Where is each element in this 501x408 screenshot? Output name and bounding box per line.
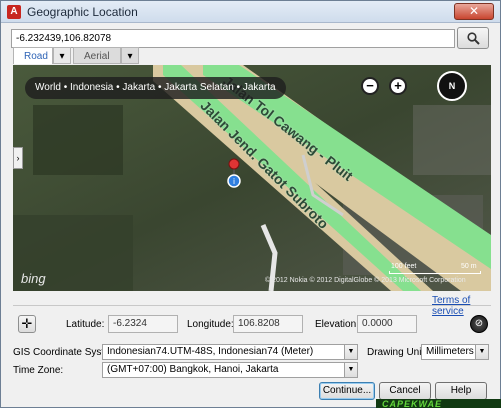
expand-panel-handle[interactable]: › [13,147,23,169]
time-zone-value: (GMT+07:00) Bangkok, Hanoi, Jakarta [107,364,279,375]
scale-feet: 100 feet [391,263,417,270]
scale-bar [389,271,481,274]
terms-of-service-link[interactable]: Terms of service [432,295,500,317]
close-button[interactable]: ✕ [454,3,494,20]
chevron-down-icon: ▼ [344,345,357,359]
gis-coordinate-system-value: Indonesian74.UTM-48S, Indonesian74 (Mete… [107,346,314,357]
window-title: Geographic Location [27,5,138,19]
chevron-down-icon: ▼ [475,345,488,359]
crosshair-icon: ✛ [21,316,33,331]
cancel-button[interactable]: Cancel [379,382,431,400]
help-button[interactable]: Help [435,382,487,400]
map-view[interactable]: Jalan Tol Cawang - Pluit Jalan Jend. Gat… [13,65,491,291]
scale-meters: 50 m [461,263,477,270]
latitude-label: Latitude: [66,319,105,330]
longitude-field[interactable]: 106.8208 [233,315,303,333]
gis-coordinate-system-select[interactable]: Indonesian74.UTM-48S, Indonesian74 (Mete… [102,344,358,360]
elevation-label: Elevation: [315,319,359,330]
location-breadcrumb[interactable]: World • Indonesia • Jakarta • Jakarta Se… [25,77,286,99]
tab-road[interactable]: Road [13,47,53,64]
elevation-field[interactable]: 0.0000 [357,315,417,333]
zoom-out-button[interactable]: − [361,77,379,95]
chevron-right-icon: › [16,153,20,163]
location-marker-icon[interactable]: i [223,157,245,191]
compass-pan-control[interactable]: N [437,71,467,101]
bing-logo: bing [21,271,46,286]
geographic-location-dialog: A Geographic Location ✕ Road ▾ Aerial ▾ [0,0,501,408]
chevron-down-icon: ▾ [127,51,133,62]
elevation-settings-button[interactable]: ⊘ [470,315,488,333]
chevron-down-icon: ▼ [344,363,357,377]
pick-point-button[interactable]: ✛ [18,315,36,333]
search-icon [467,32,480,45]
title-bar[interactable]: A Geographic Location ✕ [1,1,500,23]
separator [13,305,491,306]
continue-button[interactable]: Continue... [319,382,375,400]
longitude-label: Longitude: [187,319,234,330]
coordinate-search-input[interactable] [11,29,455,48]
slash-icon: ⊘ [474,318,484,329]
time-zone-label: Time Zone: [13,365,64,376]
svg-text:i: i [233,177,235,186]
latitude-field[interactable]: -6.2324 [108,315,178,333]
minus-icon: − [366,78,374,93]
plus-icon: + [394,78,402,93]
watermark: CAPEKWAE [376,399,501,408]
map-copyright: © 2012 Nokia © 2012 DigitalGlobe © 2013 … [265,277,466,284]
time-zone-select[interactable]: (GMT+07:00) Bangkok, Hanoi, Jakarta ▼ [102,362,358,378]
compass-north-label: N [448,81,456,91]
search-button[interactable] [457,27,489,49]
aerial-tab-dropdown[interactable]: ▾ [121,47,139,64]
autocad-app-icon: A [7,5,21,19]
chevron-down-icon: ▾ [59,51,65,62]
drawing-unit-select[interactable]: Millimeters ▼ [421,344,489,360]
road-tab-dropdown[interactable]: ▾ [53,47,71,64]
drawing-unit-value: Millimeters [426,346,474,357]
zoom-in-button[interactable]: + [389,77,407,95]
drawing-unit-label: Drawing Unit: [367,347,428,358]
tab-aerial[interactable]: Aerial [73,47,121,64]
